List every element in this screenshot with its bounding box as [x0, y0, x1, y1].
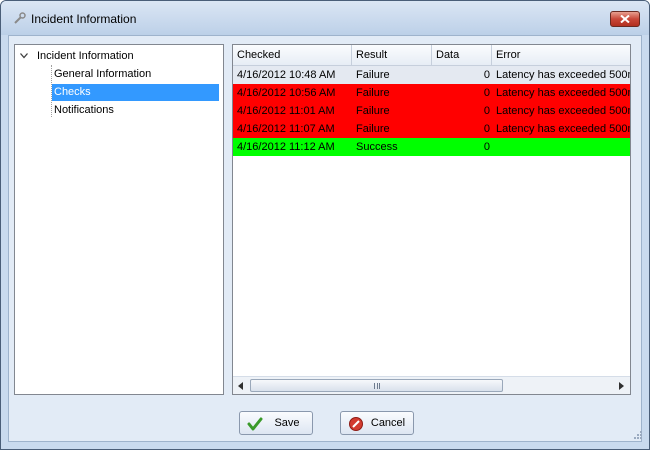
checks-grid[interactable]: Checked Result Data Error 4/16/2012 10:4…: [232, 44, 631, 395]
cell-checked: 4/16/2012 11:12 AM: [237, 141, 335, 153]
tree-root-label: Incident Information: [37, 50, 134, 62]
collapse-chevron-icon[interactable]: [17, 48, 31, 65]
cell-data: 0: [483, 87, 490, 99]
window-title: Incident Information: [31, 12, 137, 26]
cell-error: [492, 138, 630, 156]
cancel-button-label: Cancel: [370, 417, 406, 429]
checkmark-icon: [247, 417, 263, 431]
cell-checked: 4/16/2012 10:48 AM: [237, 69, 336, 81]
cell-data: 0: [483, 123, 490, 135]
cell-data: 0: [483, 141, 490, 153]
cell-result: Failure: [356, 87, 390, 99]
cell-checked: 4/16/2012 10:56 AM: [237, 87, 336, 99]
cell-data: 0: [483, 69, 490, 81]
table-row[interactable]: 4/16/2012 11:01 AM Failure 0 Latency has…: [233, 102, 630, 120]
tree-item-notifications[interactable]: Notifications: [52, 102, 219, 119]
close-icon: [620, 15, 630, 23]
tree-item-general-information[interactable]: General Information: [52, 66, 219, 83]
wrench-icon: [14, 12, 26, 24]
cell-error: Latency has exceeded 500m: [496, 69, 631, 81]
cell-result: Failure: [356, 105, 390, 117]
arrow-right-icon: [619, 382, 624, 390]
cell-data: 0: [483, 105, 490, 117]
cell-result: Failure: [356, 123, 390, 135]
scroll-left-button[interactable]: [233, 377, 249, 394]
tree-root-incident-information[interactable]: Incident Information: [17, 48, 134, 65]
cell-error: Latency has exceeded 500m: [496, 87, 631, 99]
column-header-checked[interactable]: Checked: [233, 45, 352, 65]
grip-icon: [374, 383, 380, 389]
column-header-data[interactable]: Data: [432, 45, 492, 65]
table-row[interactable]: 4/16/2012 11:12 AM Success 0: [233, 138, 630, 156]
arrow-left-icon: [238, 382, 243, 390]
table-row[interactable]: 4/16/2012 10:56 AM Failure 0 Latency has…: [233, 84, 630, 102]
cell-result: Failure: [356, 69, 390, 81]
navigation-tree[interactable]: Incident Information General Information…: [14, 44, 224, 395]
table-row[interactable]: 4/16/2012 11:07 AM Failure 0 Latency has…: [233, 120, 630, 138]
close-button[interactable]: [610, 11, 640, 27]
scroll-thumb[interactable]: [250, 379, 503, 392]
grid-header: Checked Result Data Error: [233, 45, 630, 66]
horizontal-scrollbar[interactable]: [233, 376, 630, 394]
save-button[interactable]: Save: [239, 411, 313, 435]
cancel-icon: [349, 417, 363, 431]
title-bar[interactable]: Incident Information: [1, 1, 649, 35]
tree-item-checks[interactable]: Checks: [52, 84, 219, 101]
cell-error: Latency has exceeded 500m: [496, 105, 631, 117]
scroll-right-button[interactable]: [614, 377, 630, 394]
tree-item-label: Notifications: [54, 104, 114, 116]
tree-item-label: Checks: [54, 86, 91, 98]
cell-result: Success: [356, 141, 398, 153]
column-header-error[interactable]: Error: [492, 45, 630, 65]
tree-item-label: General Information: [54, 68, 152, 80]
cancel-button[interactable]: Cancel: [340, 411, 414, 435]
cell-checked: 4/16/2012 11:01 AM: [237, 105, 335, 117]
table-row[interactable]: 4/16/2012 10:48 AM Failure 0 Latency has…: [233, 66, 630, 84]
incident-window: Incident Information Incident Informatio…: [0, 0, 650, 450]
resize-grip-icon[interactable]: [632, 429, 642, 439]
column-header-result[interactable]: Result: [352, 45, 432, 65]
cell-checked: 4/16/2012 11:07 AM: [237, 123, 335, 135]
cell-error: Latency has exceeded 500m: [496, 123, 631, 135]
dialog-body: Incident Information General Information…: [8, 35, 642, 442]
save-button-label: Save: [274, 417, 300, 429]
